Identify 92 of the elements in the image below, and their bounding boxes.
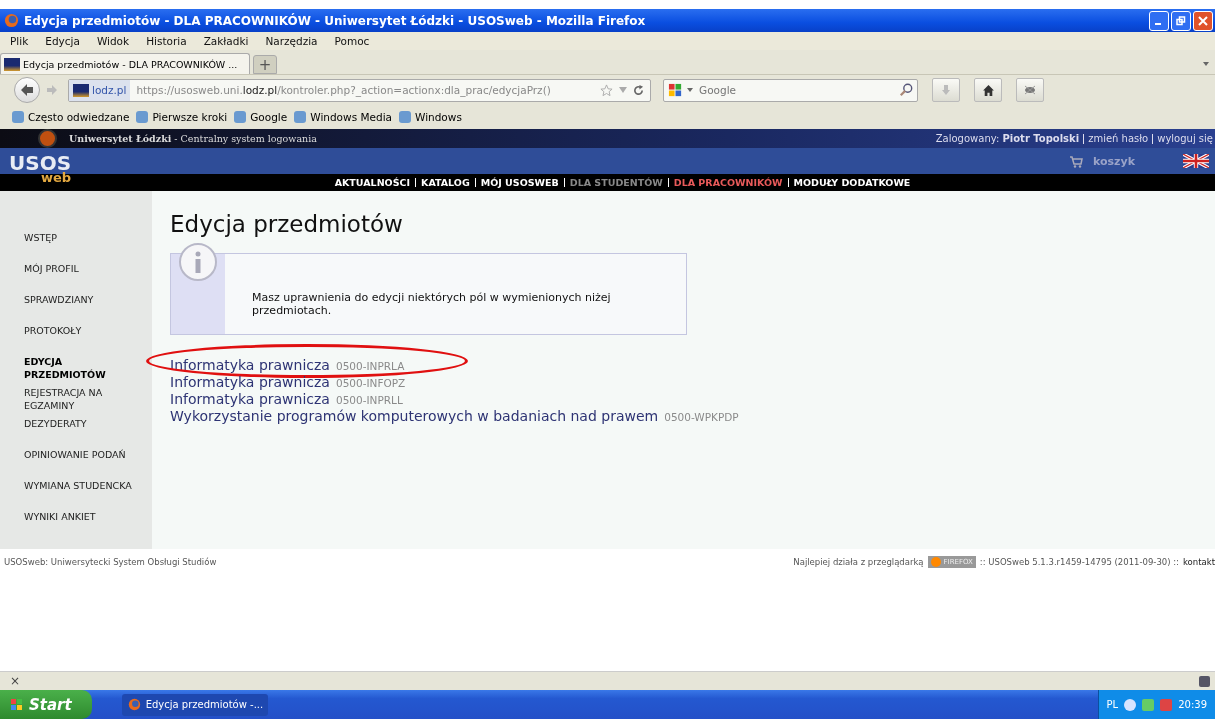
browser-logo-icon [127, 698, 141, 711]
browser-tab[interactable]: Edycja przedmiotów - DLA PRACOWNIKÓW ... [0, 53, 250, 74]
windows-logo-icon [10, 697, 24, 712]
menu-item[interactable]: Zakładki [203, 35, 249, 47]
download-icon [940, 84, 952, 96]
caret-icon[interactable] [1203, 62, 1209, 66]
language-indicator[interactable]: PL [1106, 699, 1119, 710]
bookmark-item[interactable]: Windows [399, 111, 462, 123]
footer-text: Najlepiej działa z przeglądarką [793, 557, 924, 567]
course-link[interactable]: Informatyka prawnicza [170, 374, 330, 390]
back-arrow-icon [19, 82, 35, 98]
menu-item[interactable]: Plik [10, 35, 29, 47]
home-icon [981, 83, 995, 97]
address-bar[interactable]: lodz.pl https://usosweb.uni.lodz.pl/kontroler.php?_action=actionx:dla_prac/edycjaPrz() [68, 78, 651, 102]
download-status-icon[interactable] [1199, 675, 1210, 687]
account-link[interactable]: zmień hasło [1083, 133, 1149, 144]
sidebar-item[interactable]: MÓJ PROFIL [0, 262, 144, 293]
search-engine-icon[interactable] [668, 82, 683, 98]
course-code: 0500-INPRLL [335, 394, 403, 406]
contact-link[interactable]: kontakt [1183, 557, 1215, 567]
site-logo[interactable]: USOS web [9, 153, 72, 184]
site-identity[interactable]: lodz.pl [69, 79, 131, 101]
sidebar-item[interactable]: WSTĘP [0, 231, 144, 262]
footer-text: USOSweb: Uniwersytecki System Obsługi Studiów [4, 557, 217, 567]
search-icon[interactable] [899, 83, 913, 97]
bookmark-item[interactable]: Windows Media [294, 111, 392, 123]
search-field[interactable]: Google [697, 83, 895, 97]
course-link[interactable]: Wykorzystanie programów komputerowych w badaniach nad prawem [170, 408, 659, 424]
cart-icon [1069, 155, 1083, 168]
restore-icon [1176, 15, 1186, 26]
course-code: 0500-INFOPZ [335, 377, 406, 389]
sidebar-item[interactable]: WYMIANA STUDENCKA [0, 479, 144, 510]
sidebar-item[interactable]: OPINIOWANIE PODAŃ [0, 448, 144, 479]
page-heading: Edycja przedmiotów [170, 211, 404, 237]
bookmark-icon [234, 111, 247, 123]
nav-link[interactable]: MÓJ USOSWEB [474, 178, 559, 187]
new-tab-button[interactable]: + [253, 55, 277, 74]
logged-user: Zalogowany: Piotr Topolski [935, 133, 1080, 144]
window-title: Edycja przedmiotów - DLA PRACOWNIKÓW - Uniwersytet Łódzki - USOSweb - Mozilla Firefox [24, 13, 647, 28]
nav-link[interactable]: DLA PRACOWNIKÓW [667, 178, 783, 187]
sidebar-item[interactable]: EDYCJA PRZEDMIOTÓW [0, 355, 144, 386]
university-title: Uniwersytet Łódzki - Centralny system logowania [69, 133, 317, 144]
browser-logo-icon [4, 13, 19, 28]
bookmark-item[interactable]: Często odwiedzane [12, 111, 130, 123]
sidebar-item[interactable]: WYNIKI ANKIET [0, 510, 144, 541]
addon-button[interactable] [1016, 78, 1044, 102]
close-bar-button[interactable]: × [10, 674, 21, 688]
caret-icon[interactable] [687, 88, 693, 92]
clock: 20:39 [1178, 699, 1207, 710]
bookmark-item[interactable]: Pierwsze kroki [136, 111, 228, 123]
site-favicon-icon [73, 83, 89, 97]
course-code: 0500-INPRLA [335, 360, 405, 372]
sidebar-item[interactable]: SPRAWDZIANY [0, 293, 144, 324]
restore-button[interactable] [1171, 10, 1191, 31]
taskbar-item[interactable]: Edycja przedmiotów -... [121, 693, 268, 716]
menu-item[interactable]: Pomoc [334, 35, 370, 47]
menu-item[interactable]: Edycja [45, 35, 80, 47]
nav-link[interactable]: KATALOG [415, 178, 470, 187]
uk-flag-icon[interactable] [1183, 154, 1209, 168]
university-emblem-icon [38, 129, 57, 148]
menu-item[interactable]: Widok [96, 35, 130, 47]
close-button[interactable] [1193, 10, 1213, 31]
close-icon [1198, 15, 1208, 26]
site-favicon-icon [4, 57, 20, 71]
tray-icon[interactable] [1124, 698, 1137, 711]
sidebar-item[interactable]: PROTOKOŁY [0, 324, 144, 355]
nav-link[interactable]: AKTUALNOŚCI [334, 178, 411, 187]
course-code: 0500-WPKPDP [664, 411, 739, 423]
course-link[interactable]: Informatyka prawnicza [170, 357, 330, 373]
url-text: https://usosweb.uni.lodz.pl/kontroler.php?_action=actionx:dla_prac/edycjaPrz() [136, 84, 551, 96]
nav-link[interactable]: MODUŁY DODATKOWE [787, 178, 911, 187]
bookmark-item[interactable]: Google [234, 111, 288, 123]
account-link[interactable]: wyloguj się [1152, 133, 1213, 144]
sidebar-item[interactable]: REJESTRACJA NA EGZAMINY [0, 386, 144, 417]
bookmark-icon [136, 111, 149, 123]
info-message: Masz uprawnienia do edycji niektórych pól w wymienionych niżej przedmiotach. [251, 291, 612, 317]
browser-logo-icon [930, 557, 941, 567]
reload-icon[interactable] [633, 84, 644, 96]
home-button[interactable] [974, 78, 1002, 102]
search-bar[interactable]: Google [663, 78, 918, 102]
menu-item[interactable]: Historia [146, 35, 187, 47]
star-icon[interactable] [600, 83, 613, 97]
minimize-button[interactable] [1149, 10, 1169, 31]
minimize-icon [1155, 22, 1161, 25]
bookmark-icon [294, 111, 307, 123]
back-button[interactable] [14, 77, 40, 103]
version-text: :: USOSweb 5.1.3.r1459-14795 (2011-09-30) :: [979, 557, 1179, 567]
menu-item[interactable]: Narzędzia [265, 35, 318, 47]
sidebar-item[interactable]: DEZYDERATY [0, 417, 144, 448]
bookmark-icon [399, 111, 411, 123]
course-link[interactable]: Informatyka prawnicza [170, 391, 330, 407]
bookmark-icon [12, 111, 24, 123]
